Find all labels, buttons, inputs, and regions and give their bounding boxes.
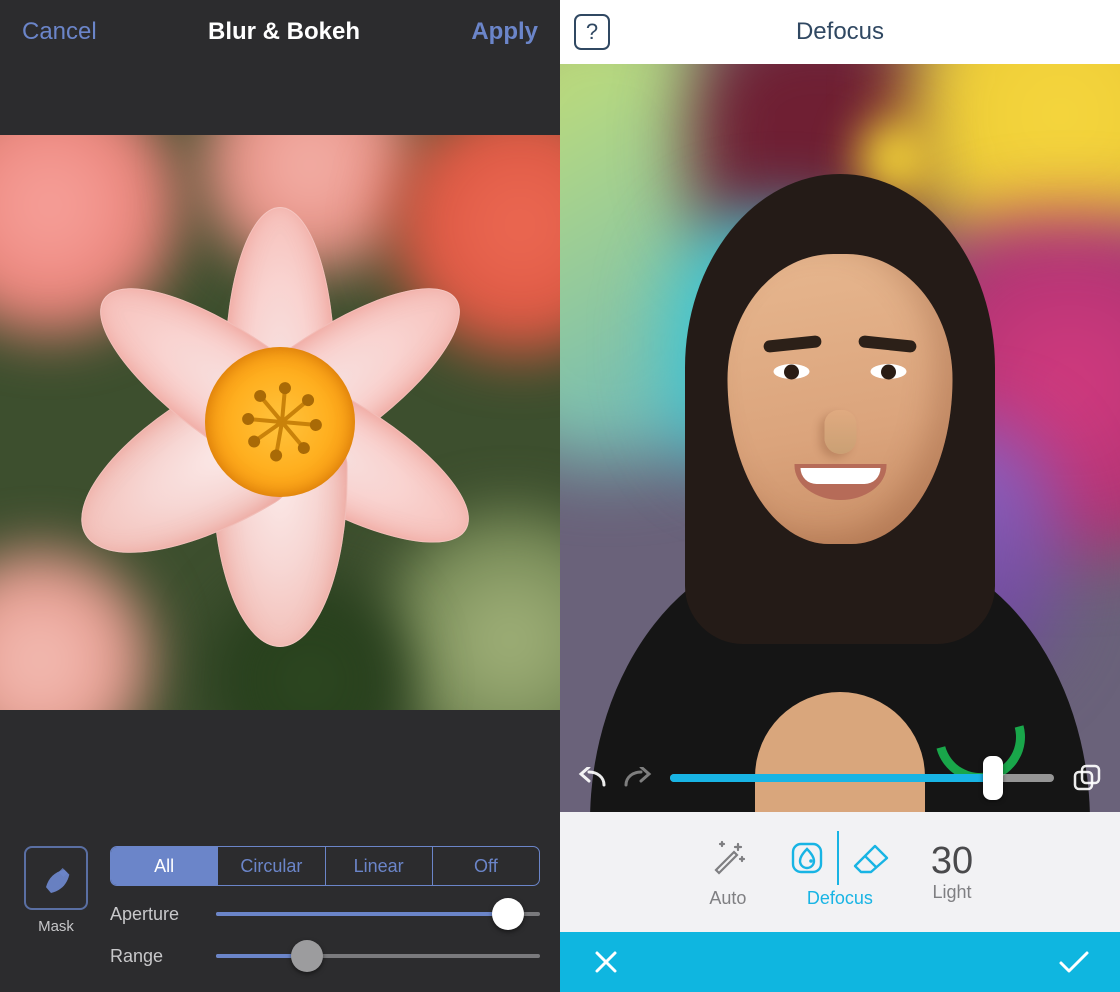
intensity-slider[interactable] (670, 764, 1054, 792)
range-slider[interactable] (216, 942, 540, 970)
preview-image (560, 64, 1120, 812)
aperture-label: Aperture (110, 904, 200, 925)
preview-canvas[interactable] (560, 64, 1120, 812)
blur-mode-segmented[interactable]: All Circular Linear Off (110, 846, 540, 886)
aperture-row: Aperture (110, 900, 540, 928)
cancel-button[interactable] (586, 942, 626, 982)
compare-button[interactable] (1070, 761, 1104, 795)
defocus-app: ? Defocus (560, 0, 1120, 992)
redo-button (620, 761, 654, 795)
undo-button[interactable] (576, 761, 610, 795)
preview-image (0, 135, 560, 710)
bottom-bar (560, 932, 1120, 992)
compare-icon (1072, 763, 1102, 793)
undo-icon (578, 767, 608, 789)
magic-wand-icon (707, 837, 749, 879)
controls-panel: Mask All Circular Linear Off Aperture Ra… (0, 830, 560, 992)
aperture-slider[interactable] (216, 900, 540, 928)
eraser-icon (851, 842, 891, 874)
segment-circular[interactable]: Circular (217, 847, 324, 885)
mask-button[interactable] (24, 846, 88, 910)
mask-icon (36, 858, 76, 898)
range-row: Range (110, 942, 540, 970)
range-label: Range (110, 946, 200, 967)
header: ? Defocus (560, 0, 1120, 64)
intensity-thumb[interactable] (983, 756, 1003, 800)
cancel-button[interactable]: Cancel (22, 18, 97, 46)
light-value: 30 (931, 842, 973, 880)
screen-title: Defocus (796, 18, 884, 46)
mask-label: Mask (38, 918, 74, 935)
defocus-label: Defocus (807, 888, 873, 909)
tool-separator (837, 831, 839, 885)
header: Cancel Blur & Bokeh Apply (0, 0, 560, 64)
check-icon (1057, 948, 1091, 976)
tool-bar: Auto Defocus 30 Light (560, 812, 1120, 932)
help-icon: ? (586, 19, 598, 45)
light-tool[interactable]: 30 Light (931, 842, 973, 903)
close-icon (592, 948, 620, 976)
auto-label: Auto (709, 888, 746, 909)
auto-tool[interactable]: Auto (707, 836, 749, 909)
light-label: Light (932, 882, 971, 903)
confirm-button[interactable] (1054, 942, 1094, 982)
defocus-tool[interactable]: Defocus (789, 836, 891, 909)
redo-icon (622, 767, 652, 789)
intensity-fill (670, 774, 993, 782)
screen-title: Blur & Bokeh (208, 18, 360, 46)
aperture-fill (216, 912, 508, 916)
segment-linear[interactable]: Linear (325, 847, 432, 885)
overlay-controls (560, 758, 1120, 798)
segment-off[interactable]: Off (432, 847, 539, 885)
preview-canvas[interactable] (0, 64, 560, 830)
segment-all[interactable]: All (111, 847, 217, 885)
blur-bokeh-app: Cancel Blur & Bokeh Apply Mask (0, 0, 560, 992)
aperture-thumb[interactable] (492, 898, 524, 930)
defocus-icon (789, 840, 825, 876)
help-button[interactable]: ? (574, 14, 610, 50)
apply-button[interactable]: Apply (471, 18, 538, 46)
range-thumb[interactable] (291, 940, 323, 972)
